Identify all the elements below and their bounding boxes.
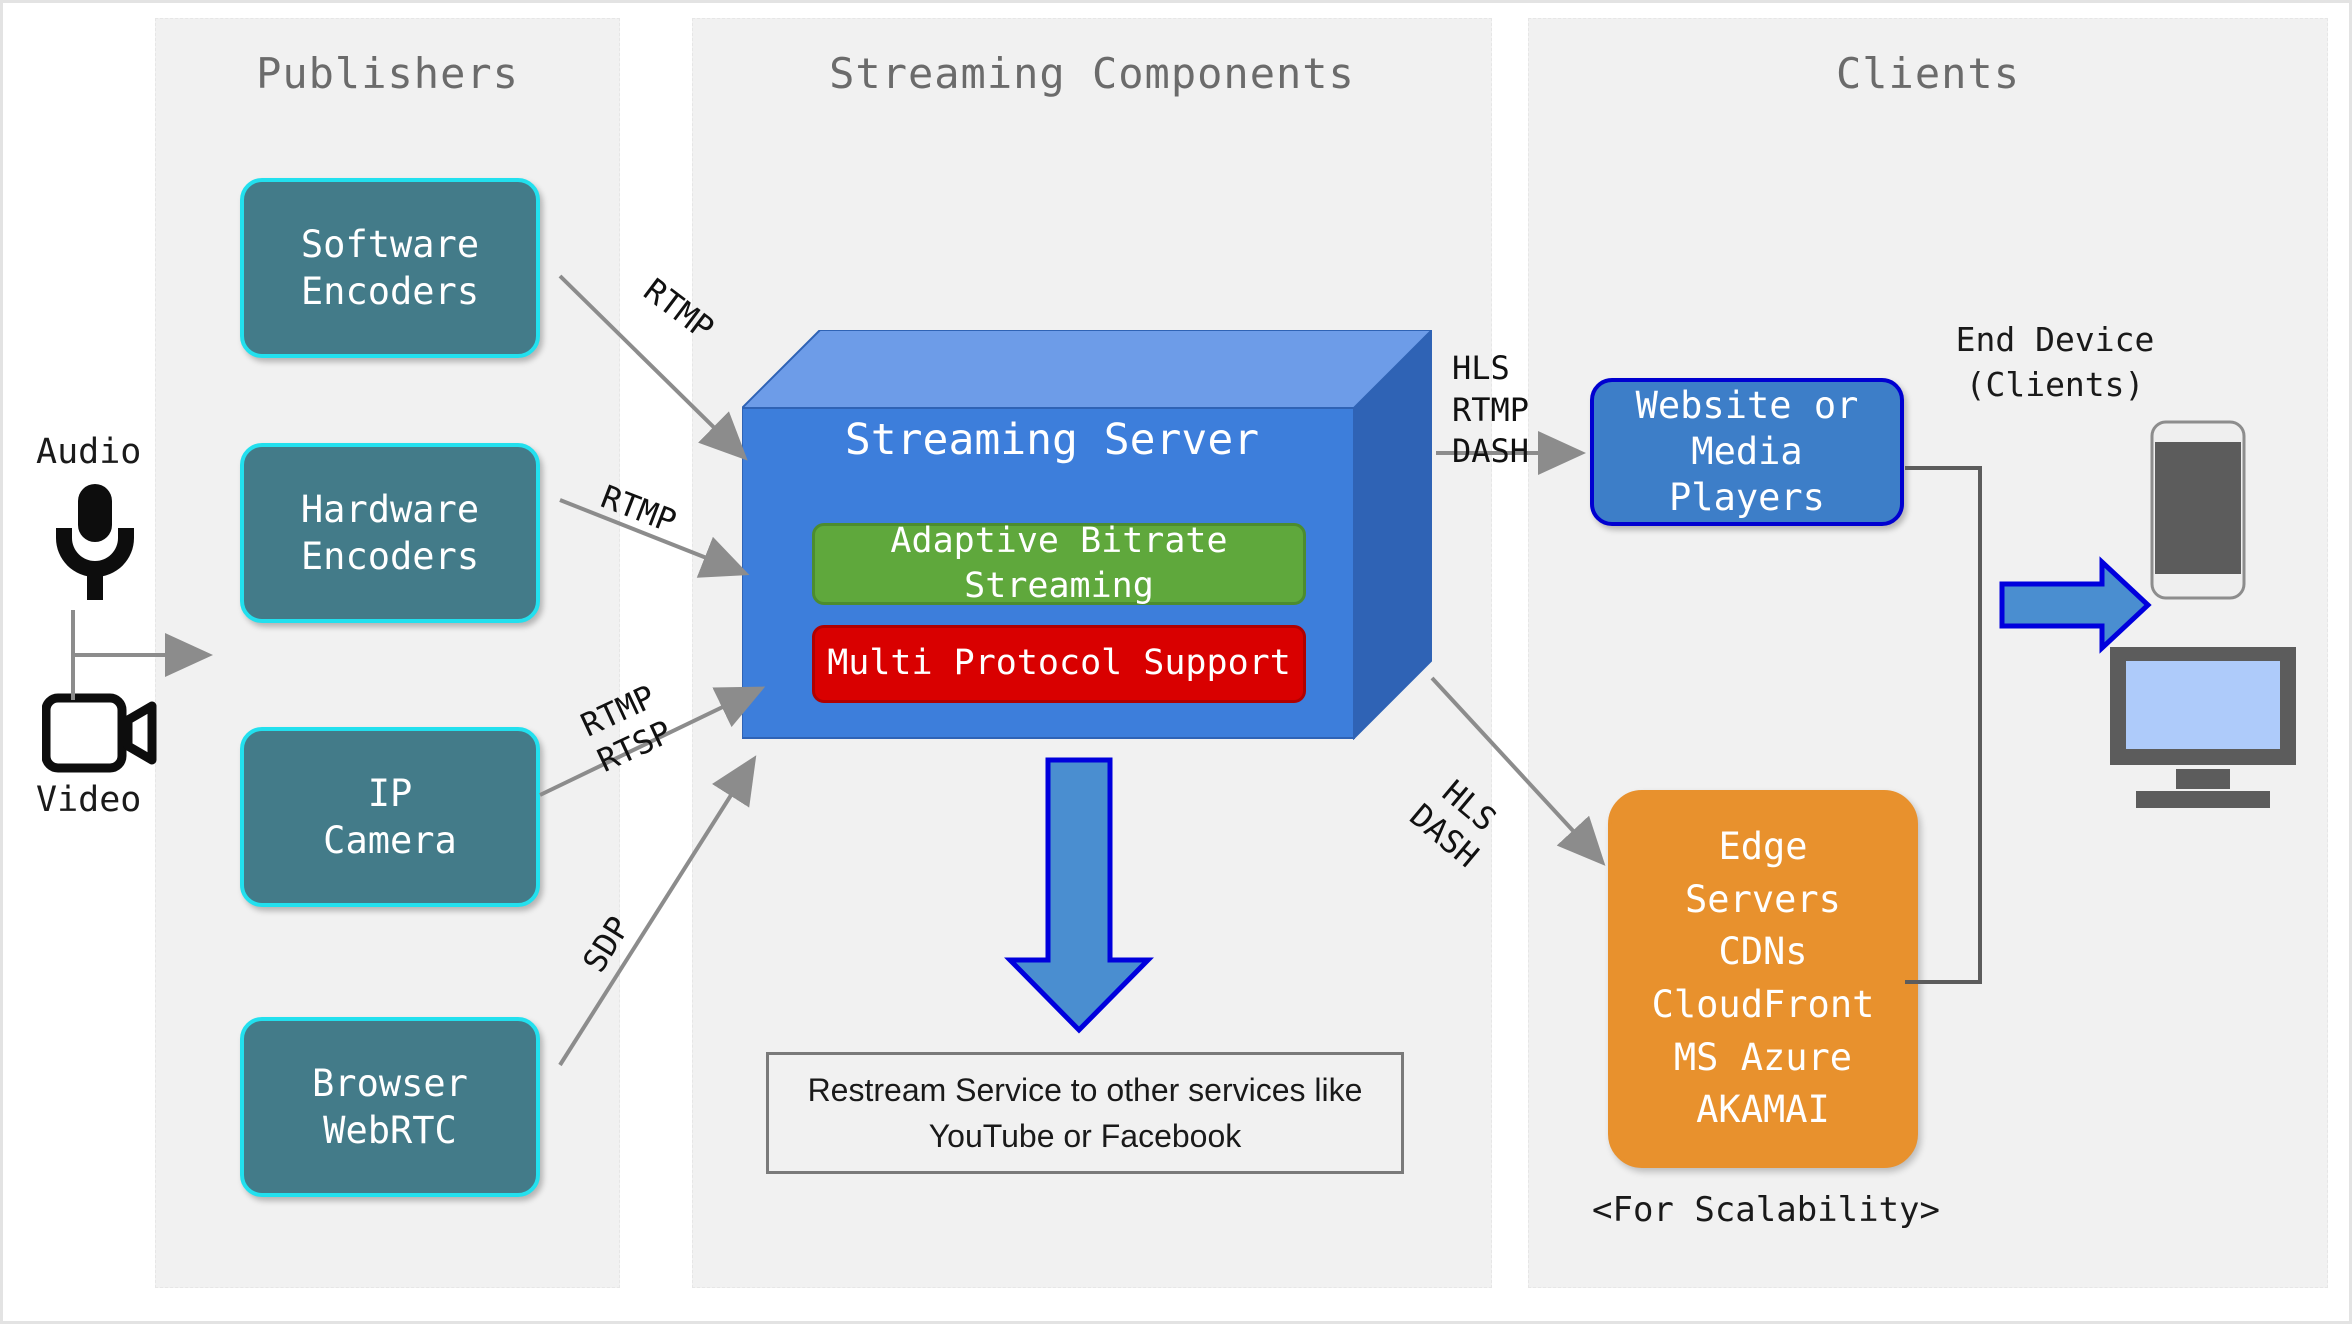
client-website-or-media-players-label: Website or Media Players	[1635, 383, 1859, 520]
diagram-canvas: Publishers Streaming Components Clients …	[0, 0, 2352, 1324]
feature-multi-protocol-support[interactable]: Multi Protocol Support	[812, 625, 1306, 703]
microphone-icon	[56, 484, 134, 600]
scalability-note: <For Scalability>	[1592, 1190, 1940, 1230]
video-camera-icon	[42, 693, 157, 773]
publisher-browser-webrtc[interactable]: Browser WebRTC	[240, 1017, 540, 1197]
client-edge-servers-cdn[interactable]: Edge Servers CDNs CloudFront MS Azure AK…	[1608, 790, 1918, 1168]
client-edge-servers-cdn-label: Edge Servers CDNs CloudFront MS Azure AK…	[1651, 825, 1875, 1132]
publisher-browser-webrtc-label: Browser WebRTC	[312, 1061, 468, 1152]
publisher-hardware-encoders-label: Hardware Encoders	[300, 487, 480, 578]
publisher-software-encoders-label: Software Encoders	[300, 222, 480, 313]
lane-title-publishers: Publishers	[256, 49, 519, 98]
client-website-or-media-players[interactable]: Website or Media Players	[1590, 378, 1904, 526]
feature-adaptive-bitrate-streaming[interactable]: Adaptive Bitrate Streaming	[812, 521, 1306, 606]
restream-service-box[interactable]: Restream Service to other services like …	[766, 1052, 1404, 1174]
smartphone-icon	[2150, 420, 2246, 600]
end-device-label: End Device (Clients)	[1955, 320, 2155, 404]
publisher-software-encoders[interactable]: Software Encoders	[240, 178, 540, 358]
lane-title-streaming-components: Streaming Components	[829, 49, 1355, 98]
video-source-label: Video	[36, 780, 142, 820]
desktop-monitor-icon	[2110, 647, 2296, 808]
publisher-ip-camera[interactable]: IP Camera	[240, 727, 540, 907]
feature-adaptive-bitrate-streaming-label: Adaptive Bitrate Streaming	[890, 520, 1228, 607]
publisher-ip-camera-label: IP Camera	[323, 771, 457, 862]
audio-source-label: Audio	[36, 432, 142, 472]
streaming-server-title: Streaming Server	[844, 415, 1260, 465]
feature-multi-protocol-support-label: Multi Protocol Support	[827, 643, 1291, 684]
lane-title-clients: Clients	[1835, 49, 2020, 98]
edge-label-server-to-website-protocols: HLS RTMP DASH	[1452, 349, 1530, 471]
publisher-hardware-encoders[interactable]: Hardware Encoders	[240, 443, 540, 623]
restream-service-label: Restream Service to other services like …	[807, 1071, 1363, 1154]
